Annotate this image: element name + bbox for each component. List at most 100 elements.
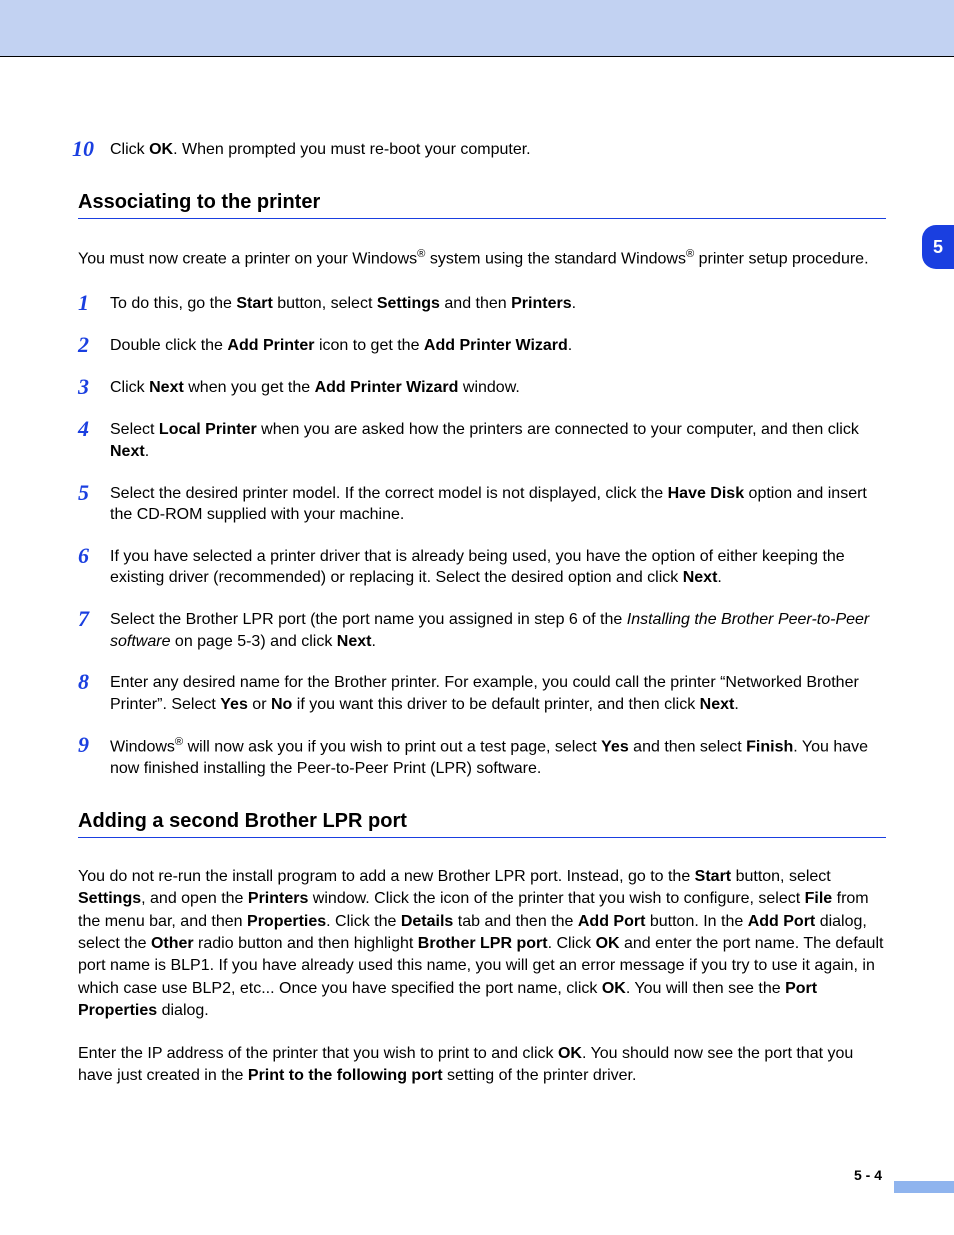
bold: Properties <box>247 913 326 930</box>
text: Windows <box>110 739 175 756</box>
step-number: 10 <box>72 137 110 161</box>
text: on page 5-3) and click <box>170 633 336 650</box>
text: . <box>734 696 738 713</box>
step: 4Select Local Printer when you are asked… <box>78 417 886 462</box>
bold: Next <box>337 633 372 650</box>
text: Select the desired printer model. If the… <box>110 485 668 502</box>
text: Select <box>110 421 159 438</box>
bold: Printers <box>511 295 571 312</box>
text: Double click the <box>110 337 227 354</box>
text: , and open the <box>141 890 248 907</box>
step: 8Enter any desired name for the Brother … <box>78 670 886 715</box>
text: button, select <box>273 295 377 312</box>
step-text: Click Next when you get the Add Printer … <box>110 375 886 399</box>
text: setting of the printer driver. <box>443 1067 637 1084</box>
bold: Add Printer <box>227 337 314 354</box>
step-text: Select the Brother LPR port (the port na… <box>110 607 886 652</box>
top-band <box>0 0 954 56</box>
text: icon to get the <box>315 337 424 354</box>
step-text: Select the desired printer model. If the… <box>110 481 886 526</box>
text: if you want this driver to be default pr… <box>292 696 699 713</box>
text: If you have selected a printer driver th… <box>110 548 845 587</box>
section1-intro: You must now create a printer on your Wi… <box>78 247 886 271</box>
step-number: 9 <box>78 733 110 780</box>
text: window. <box>458 379 519 396</box>
bold: Brother LPR port <box>418 935 548 952</box>
step: 2Double click the Add Printer icon to ge… <box>78 333 886 357</box>
text: tab and then the <box>453 913 578 930</box>
step: 7Select the Brother LPR port (the port n… <box>78 607 886 652</box>
text: . <box>568 337 572 354</box>
bold: Print to the following port <box>248 1067 443 1084</box>
section2-para1: You do not re-run the install program to… <box>78 866 886 1023</box>
text: . You will then see the <box>626 980 785 997</box>
text: You must now create a printer on your Wi… <box>78 251 417 268</box>
text: window. Click the icon of the printer th… <box>308 890 804 907</box>
registered: ® <box>686 248 694 260</box>
section-heading-associating: Associating to the printer <box>78 191 886 214</box>
text: will now ask you if you wish to print ou… <box>183 739 601 756</box>
text: or <box>248 696 271 713</box>
text: button, select <box>731 868 831 885</box>
bold: Start <box>695 868 731 885</box>
step: 1To do this, go the Start button, select… <box>78 291 886 315</box>
text: . When prompted you must re-boot your co… <box>173 141 531 158</box>
bold: Local Printer <box>159 421 257 438</box>
page-content: 10 Click OK. When prompted you must re-b… <box>0 57 954 1087</box>
text: Select the Brother LPR port (the port na… <box>110 611 627 628</box>
page-bar <box>894 1181 954 1193</box>
bold: Add Printer Wizard <box>315 379 459 396</box>
bold: Printers <box>248 890 308 907</box>
text: button. In the <box>645 913 747 930</box>
bold: Have Disk <box>668 485 745 502</box>
text: when you are asked how the printers are … <box>257 421 859 438</box>
section-rule <box>78 837 886 838</box>
text: and then select <box>629 739 746 756</box>
bold: Other <box>151 935 194 952</box>
step: 9Windows® will now ask you if you wish t… <box>78 733 886 780</box>
bold: File <box>805 890 833 907</box>
text: Click <box>110 141 149 158</box>
section-rule <box>78 218 886 219</box>
bold: Next <box>149 379 184 396</box>
text: . Click <box>548 935 596 952</box>
text: Click <box>110 379 149 396</box>
bold: Yes <box>220 696 248 713</box>
text: . <box>717 569 721 586</box>
step-text: Enter any desired name for the Brother p… <box>110 670 886 715</box>
step-number: 6 <box>78 544 110 589</box>
text: To do this, go the <box>110 295 236 312</box>
text: Enter the IP address of the printer that… <box>78 1045 558 1062</box>
step-number: 1 <box>78 291 110 315</box>
text: system using the standard Windows <box>425 251 686 268</box>
step-text: Select Local Printer when you are asked … <box>110 417 886 462</box>
bold: OK <box>558 1045 582 1062</box>
bold: Add Port <box>578 913 646 930</box>
bold: OK <box>596 935 620 952</box>
step: 3Click Next when you get the Add Printer… <box>78 375 886 399</box>
section2-para2: Enter the IP address of the printer that… <box>78 1043 886 1088</box>
step-text: Double click the Add Printer icon to get… <box>110 333 886 357</box>
bold: OK <box>149 141 173 158</box>
step: 6If you have selected a printer driver t… <box>78 544 886 589</box>
text: You do not re-run the install program to… <box>78 868 695 885</box>
bold: Next <box>700 696 735 713</box>
bold: Finish <box>746 739 793 756</box>
bold: Details <box>401 913 453 930</box>
step-text: To do this, go the Start button, select … <box>110 291 886 315</box>
step-number: 3 <box>78 375 110 399</box>
bold: Settings <box>78 890 141 907</box>
bold: OK <box>602 980 626 997</box>
step-number: 8 <box>78 670 110 715</box>
text: when you get the <box>184 379 315 396</box>
text: . <box>145 443 149 460</box>
bold: Settings <box>377 295 440 312</box>
step: 5Select the desired printer model. If th… <box>78 481 886 526</box>
bold: Yes <box>601 739 629 756</box>
text: . <box>371 633 375 650</box>
registered: ® <box>175 736 183 748</box>
step-text: Windows® will now ask you if you wish to… <box>110 733 886 780</box>
chapter-tab: 5 <box>922 225 954 269</box>
step-text: Click OK. When prompted you must re-boot… <box>110 137 886 161</box>
text: dialog. <box>157 1002 209 1019</box>
